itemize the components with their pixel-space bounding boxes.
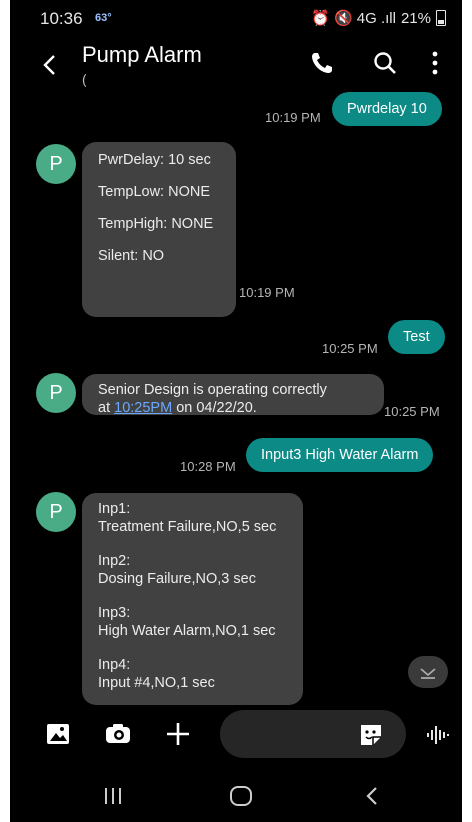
message-text: Pwrdelay 10 (347, 101, 427, 117)
search-icon[interactable] (370, 48, 400, 78)
input-value: Treatment Failure,NO,5 sec (98, 519, 277, 535)
message-timestamp: 10:19 PM (239, 285, 295, 300)
gallery-icon[interactable] (44, 720, 72, 748)
plus-icon[interactable] (164, 720, 192, 748)
phone-call-icon[interactable] (307, 48, 337, 78)
conversation-header: Pump Alarm ( (10, 36, 462, 100)
contact-avatar[interactable]: P (36, 144, 76, 184)
phone-screen: 10:36 63° ⏰ 🔇 4G .ıll 21% Pump Alarm ( P… (10, 0, 462, 822)
voice-input-icon[interactable] (425, 722, 451, 748)
message-composer (10, 702, 462, 766)
conversation-title: Pump Alarm (82, 42, 202, 67)
message-timestamp: 10:25 PM (384, 404, 440, 419)
message-line: TempHigh: NONE (98, 216, 214, 232)
incoming-message-bubble[interactable]: Inp1: Treatment Failure,NO,5 sec Inp2: D… (82, 493, 303, 705)
camera-icon[interactable] (104, 720, 132, 748)
outgoing-message-bubble[interactable]: Pwrdelay 10 (332, 92, 442, 126)
input-label: Inp4: (98, 657, 131, 673)
recent-apps-icon[interactable] (100, 784, 126, 808)
back-arrow-icon[interactable] (40, 50, 60, 80)
message-text-suffix: on 04/22/20. (172, 400, 257, 416)
chevron-down-icon (420, 668, 436, 679)
scroll-to-bottom-button[interactable] (408, 656, 448, 688)
message-line: TempLow: NONE (98, 184, 211, 200)
message-line: PwrDelay: 10 sec (98, 152, 211, 168)
outgoing-message-bubble[interactable]: Input3 High Water Alarm (246, 438, 434, 472)
more-options-icon[interactable] (420, 48, 450, 78)
message-text: Input3 High Water Alarm (261, 447, 419, 463)
system-back-icon[interactable] (360, 784, 386, 808)
input-label: Inp1: (98, 501, 131, 517)
message-line: at 10:25PM on 04/22/20. (98, 399, 368, 417)
contact-avatar[interactable]: P (36, 373, 76, 413)
outgoing-message-bubble[interactable]: Test (388, 320, 445, 354)
message-text-prefix: at (98, 400, 115, 416)
incoming-message-bubble[interactable]: Senior Design is operating correctly at … (82, 374, 384, 417)
status-icons: ⏰ 🔇 4G .ıll 21% (311, 9, 446, 27)
input-value: Dosing Failure,NO,3 sec (98, 571, 256, 587)
time-link[interactable]: 10:25PM (114, 400, 172, 416)
input-label: Inp2: (98, 553, 131, 569)
battery-percent: 21% (400, 9, 431, 27)
input-value: High Water Alarm,NO,1 sec (98, 623, 276, 639)
home-icon[interactable] (228, 784, 254, 808)
system-navigation-bar (10, 770, 462, 822)
status-bar: 10:36 63° ⏰ 🔇 4G .ıll 21% (10, 0, 462, 36)
status-temperature: 63° (95, 12, 112, 24)
message-list[interactable]: Pwrdelay 10 10:19 PM P PwrDelay: 10 sec … (10, 92, 462, 705)
contact-avatar[interactable]: P (36, 492, 76, 532)
incoming-message-bubble[interactable]: PwrDelay: 10 sec TempLow: NONE TempHigh:… (82, 142, 236, 317)
message-line: Senior Design is operating correctly (98, 382, 327, 398)
message-timestamp: 10:28 PM (180, 459, 236, 474)
message-line: Silent: NO (98, 248, 165, 264)
message-timestamp: 10:19 PM (265, 110, 321, 125)
status-time: 10:36 (40, 9, 83, 28)
input-label: Inp3: (98, 605, 131, 621)
sticker-icon[interactable] (358, 722, 384, 748)
message-text: Test (403, 329, 430, 345)
message-timestamp: 10:25 PM (322, 341, 378, 356)
battery-icon (436, 10, 446, 26)
input-value: Input #4,NO,1 sec (98, 675, 215, 691)
signal-icons: ⏰ 🔇 4G .ıll (311, 10, 396, 27)
